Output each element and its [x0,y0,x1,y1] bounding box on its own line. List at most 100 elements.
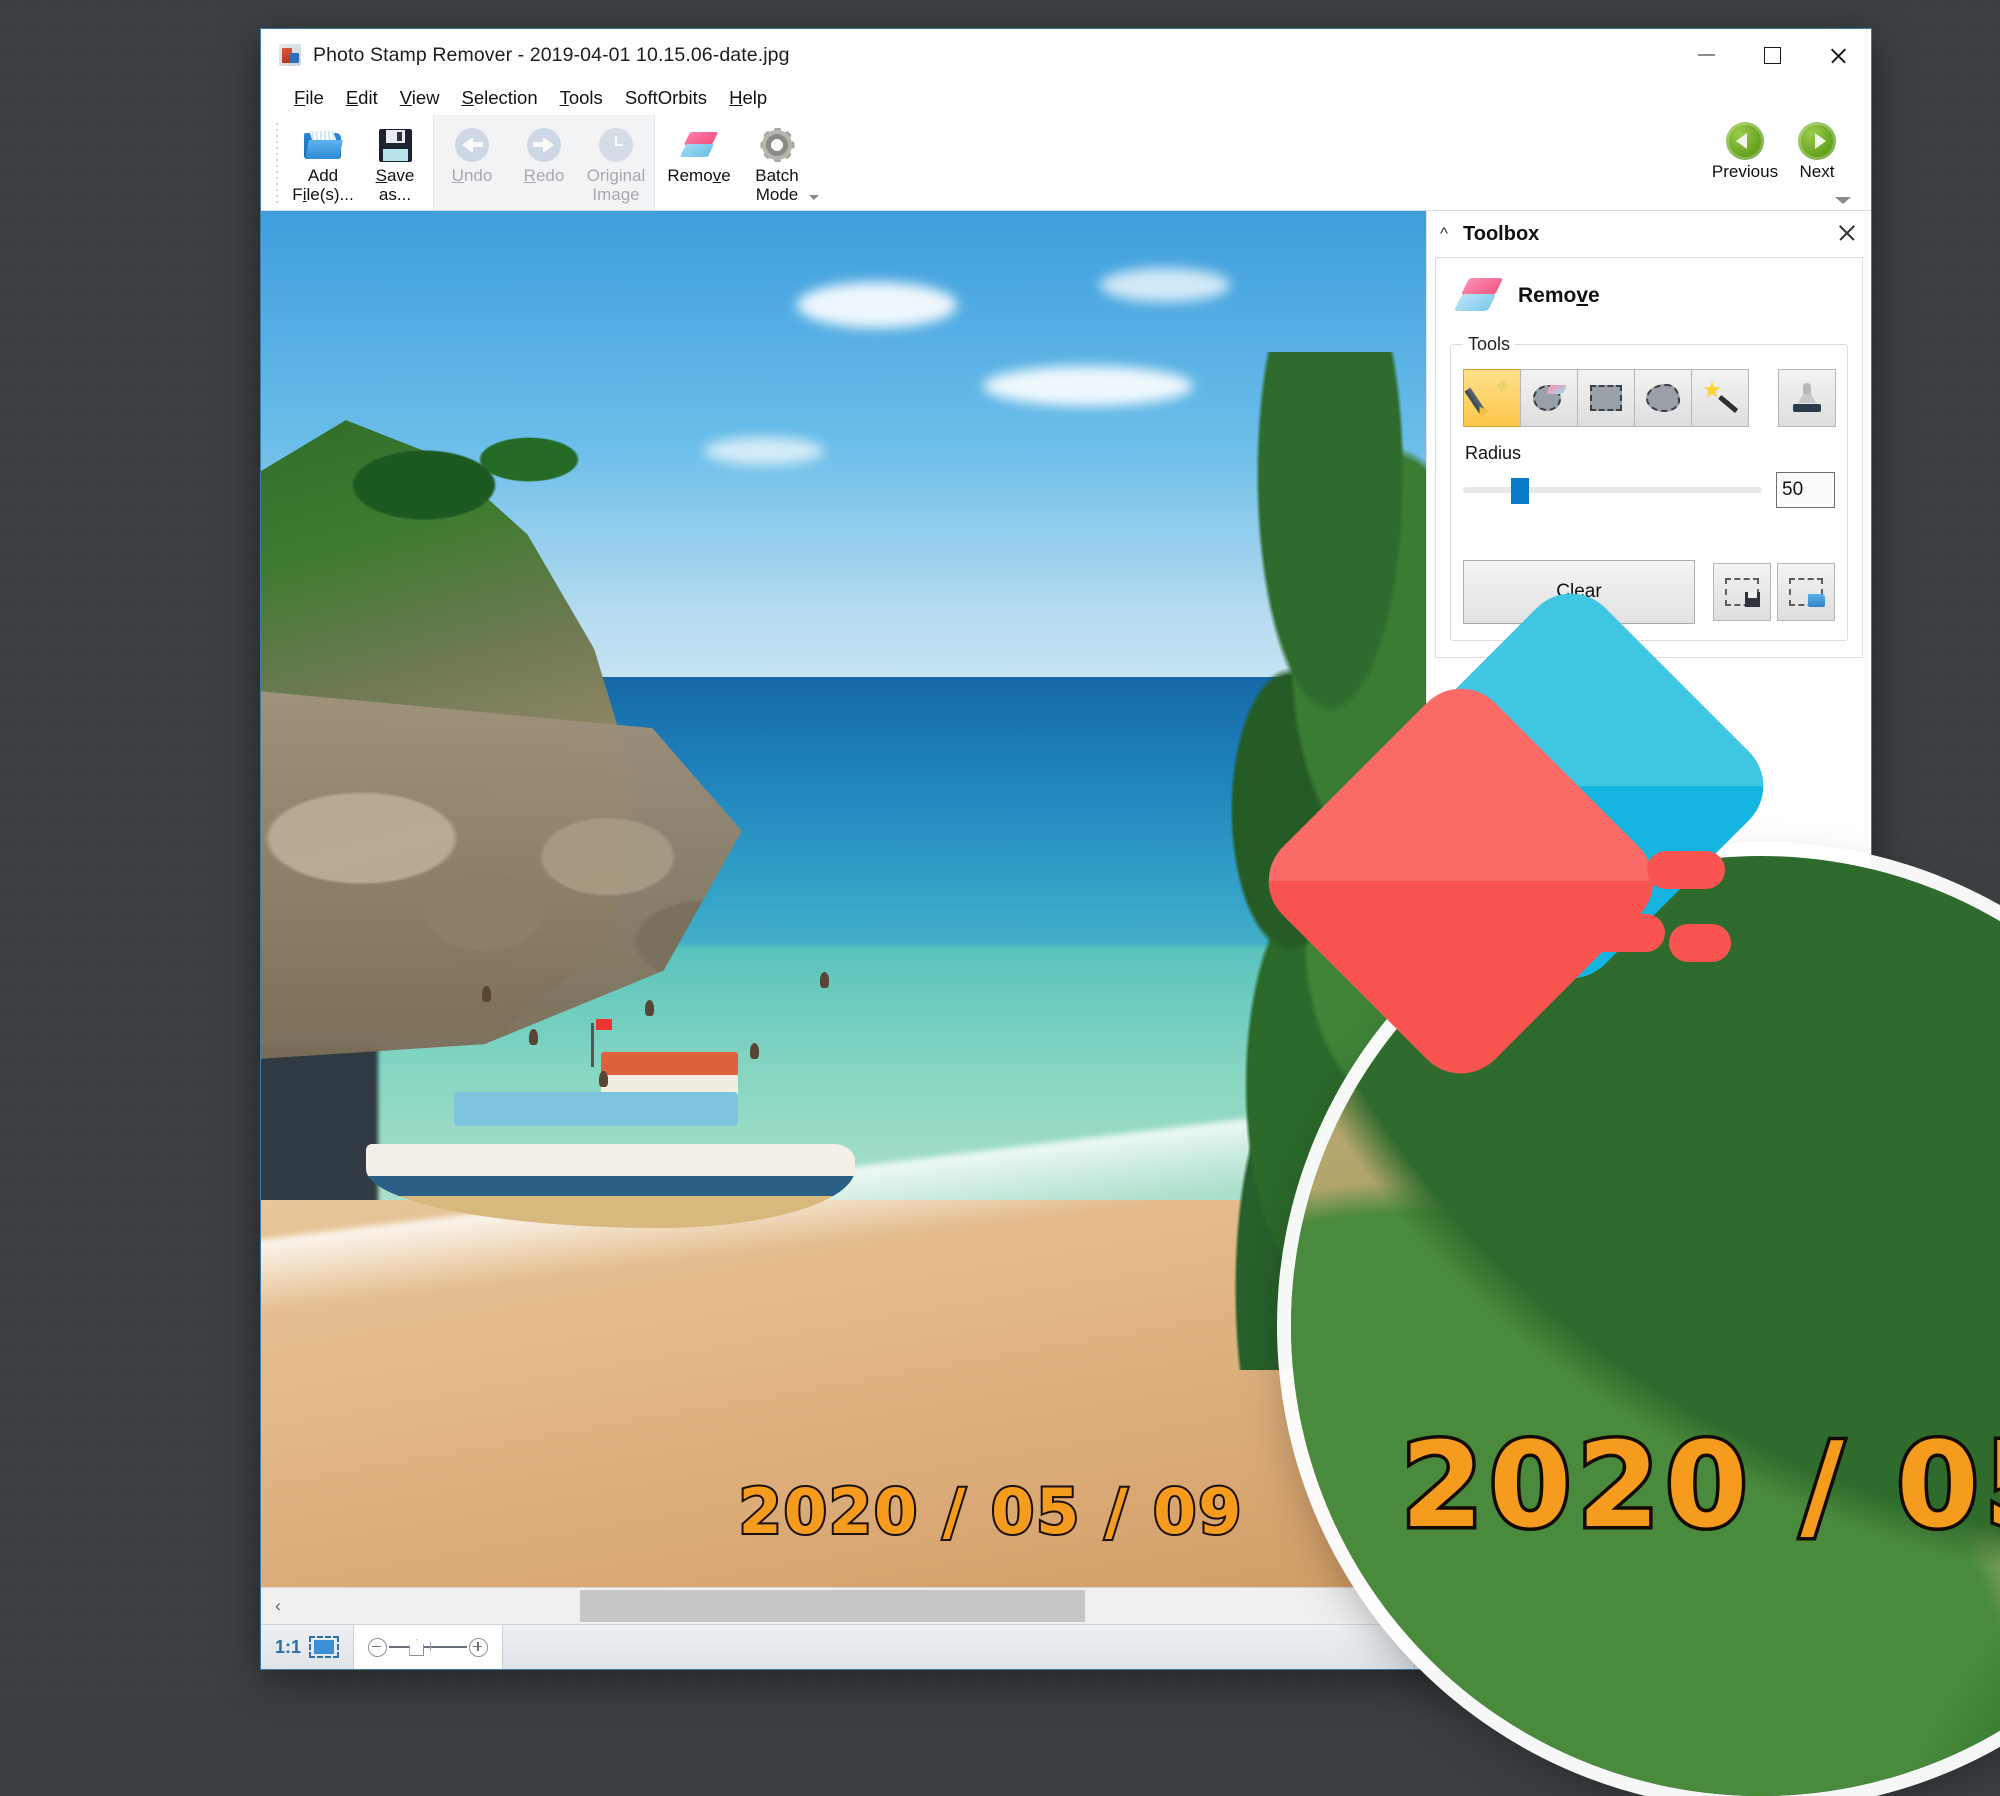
close-button[interactable] [1805,29,1871,81]
radius-value-input[interactable]: 50 [1776,472,1835,508]
close-icon [1829,46,1848,65]
image-canvas[interactable]: 2020 / 05 / 09 ‹ › [261,211,1426,1624]
eraser-selection-tool-button[interactable] [1520,369,1578,427]
save-selection-icon [1725,578,1760,607]
eraser-icon [1453,276,1504,316]
next-button[interactable]: Next [1781,115,1853,181]
pencil-tool-button[interactable] [1463,369,1521,427]
clock-history-icon [599,126,633,164]
previous-button[interactable]: Previous [1709,115,1781,181]
remove-button[interactable]: Remove [657,119,741,185]
toolbar-group-navigation: Previous Next [1699,115,1871,210]
undo-arrow-icon [455,126,489,164]
zoom-slider-tick [429,1642,432,1652]
clear-button[interactable]: Clear [1463,560,1695,624]
title-bar: Photo Stamp Remover - 2019-04-01 10.15.0… [261,29,1871,81]
boat [365,1018,856,1229]
previous-label: Previous [1711,162,1779,181]
window-title: Photo Stamp Remover - 2019-04-01 10.15.0… [313,43,790,66]
horizontal-scrollbar[interactable]: ‹ › [261,1587,1426,1624]
eraser-icon [679,126,719,164]
scrollbar-thumb[interactable] [580,1590,1085,1622]
toolbox-title: Toolbox [1463,222,1540,245]
toolbar-overflow-icon[interactable] [1835,197,1851,204]
zoom-in-icon[interactable] [469,1637,489,1657]
work-area: 2020 / 05 / 09 ‹ › ^ Toolbox Remove [261,211,2000,1796]
tool-buttons-row [1463,369,1836,427]
app-window: Photo Stamp Remover - 2019-04-01 10.15.0… [260,28,2000,1796]
minimize-button[interactable] [1673,29,1739,81]
rectangle-marquee-tool-button[interactable] [1577,369,1635,427]
magnifier-overlay: 2020 / 05 / 09 [1291,856,2000,1796]
toolbar-group-file: Add File(s)... Save as... [285,115,433,210]
toolbox-body: Remove Tools Radius 50 C lear [1435,257,1863,658]
toolbar-drag-handle[interactable] [275,121,279,204]
zoom-slider-handle[interactable] [409,1639,425,1657]
window-controls [1673,29,1871,81]
zoom-out-icon[interactable] [368,1637,388,1657]
toolbox-mode-header: Remove [1453,276,1848,316]
collapse-chevron-icon[interactable]: ^ [1433,223,1455,245]
scrollbar-track[interactable] [295,1588,1392,1624]
maximize-button[interactable] [1739,29,1805,81]
selection-actions-row: Clear [1463,560,1835,624]
floppy-disk-icon [378,126,412,164]
menu-selection[interactable]: Selection [451,84,549,112]
clone-stamp-tool-button[interactable] [1778,369,1836,427]
toolbox-mode-label: Remove [1518,284,1600,307]
menu-help[interactable]: Help [718,84,778,112]
maximize-icon [1763,46,1781,64]
lasso-tool-button[interactable] [1634,369,1692,427]
green-right-arrow-icon [1798,122,1836,160]
ratio-label: 1:1 [275,1636,302,1657]
save-selection-button[interactable] [1713,563,1771,621]
fit-to-window-icon[interactable] [309,1636,340,1658]
radius-slider-track[interactable] [1463,487,1762,493]
magic-wand-icon [1703,381,1739,415]
pencil-icon [1464,380,1509,418]
magic-wand-tool-button[interactable] [1691,369,1749,427]
add-files-label-line1: Add [307,166,339,185]
magnified-date-stamp: 2020 / 05 / 09 [1397,1413,2000,1558]
menu-view[interactable]: View [389,84,451,112]
menu-edit[interactable]: Edit [335,84,389,112]
menu-bar: FFileile Edit View Selection Tools SoftO… [261,81,1871,115]
magnified-photo [1291,856,2000,1796]
zoom-slider-track[interactable] [389,1639,468,1657]
toolbox-close-icon[interactable] [1835,221,1859,245]
radius-label: Radius [1465,443,1522,463]
stamp-icon [1790,381,1824,415]
radius-slider-thumb[interactable] [1510,478,1529,504]
original-image-button[interactable]: Original Image [580,119,652,204]
add-files-button[interactable]: Add File(s)... [287,119,359,204]
undo-button[interactable]: Undo [436,119,508,185]
gear-icon [760,126,794,164]
toolbox-header: ^ Toolbox [1427,211,1871,257]
status-ratio[interactable]: 1:1 [261,1625,355,1669]
load-selection-button[interactable] [1777,563,1835,621]
date-stamp-watermark: 2020 / 05 / 09 [737,1473,1244,1550]
batch-mode-line2: Mode [755,185,799,205]
status-spacer [503,1625,1416,1669]
radius-slider[interactable] [1463,478,1762,504]
lasso-blob-icon [1646,384,1680,412]
scroll-left-arrow[interactable]: ‹ [261,1588,295,1624]
zoom-slider-cell[interactable] [354,1625,504,1669]
original-image-line2: Image [592,185,640,205]
app-icon [279,44,301,66]
menu-file[interactable]: FFileile [283,84,335,112]
marquee-rectangle-icon [1590,385,1622,411]
menu-softorbits[interactable]: SoftOrbits [614,84,718,112]
load-selection-icon [1789,578,1825,607]
radius-row: 50 [1463,472,1835,508]
redo-button[interactable]: Redo [508,119,580,185]
menu-tools[interactable]: Tools [549,84,614,112]
tools-group-label: Tools [1468,334,1511,354]
batch-mode-dropdown-icon[interactable] [809,195,819,201]
redo-arrow-icon [527,126,561,164]
green-left-arrow-icon [1726,122,1764,160]
save-as-button[interactable]: Save as... [359,119,431,204]
batch-mode-button[interactable]: Batch Mode [741,119,819,205]
open-folder-icon [303,126,343,164]
minimize-icon [1697,54,1715,56]
